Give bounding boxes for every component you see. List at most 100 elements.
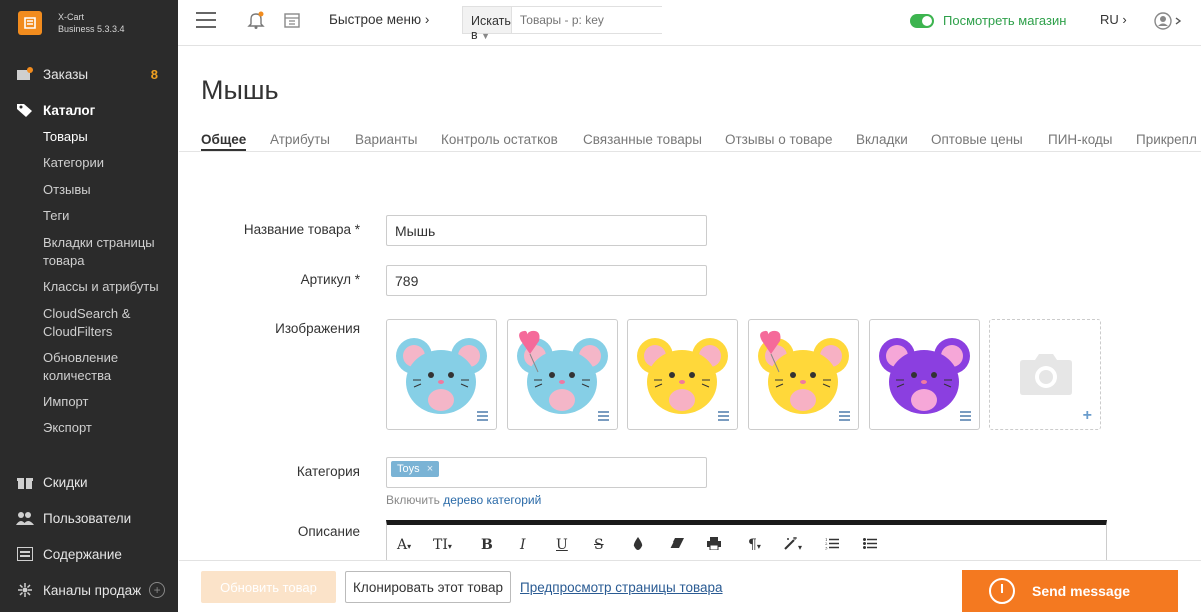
chevron-right-icon: › (1122, 12, 1127, 27)
sidebar-subitem-quantity-update[interactable]: Обновление количества (43, 349, 168, 385)
quick-menu[interactable]: Быстрое меню › (329, 12, 429, 27)
tab-inventory[interactable]: Контроль остатков (441, 132, 558, 147)
image-menu-icon[interactable] (960, 409, 971, 421)
color-drop-icon[interactable] (633, 537, 643, 554)
sidebar-item-orders[interactable]: Заказы 8 (0, 64, 178, 84)
unordered-list-icon[interactable] (863, 537, 877, 554)
tab-product-reviews[interactable]: Отзывы о товаре (725, 132, 833, 147)
sidebar-item-label: Пользователи (43, 510, 132, 526)
language-label: RU (1100, 12, 1119, 27)
channels-icon (16, 582, 34, 598)
sidebar-subitem-classes-attributes[interactable]: Классы и атрибуты (43, 278, 168, 296)
description-editor: A▾ TI▾ B I U S ¶▾ ▾ 123 (386, 520, 1107, 565)
sidebar-subitem-import[interactable]: Импорт (43, 393, 168, 411)
send-message-label: Send message (1032, 583, 1131, 599)
search-scope-label: Искать в (471, 14, 511, 42)
content-icon (16, 546, 34, 562)
sidebar-item-channels[interactable]: Каналы продаж + (0, 580, 178, 600)
orders-badge: 8 (150, 66, 158, 82)
sidebar-subitem-tags[interactable]: Теги (43, 207, 168, 225)
sku-label: Артикул * (300, 272, 360, 287)
add-channel-icon[interactable]: + (149, 582, 166, 598)
tab-pin-codes[interactable]: ПИН-коды (1048, 132, 1113, 147)
sidebar-subitem-reviews[interactable]: Отзывы (43, 181, 168, 199)
image-menu-icon[interactable] (718, 409, 729, 421)
gift-icon (16, 474, 34, 490)
italic-icon[interactable]: I (520, 537, 526, 553)
underline-icon[interactable]: U (556, 537, 568, 553)
paragraph-icon[interactable]: ¶▾ (748, 537, 761, 553)
user-menu[interactable] (1154, 11, 1184, 34)
sidebar-item-label: Заказы (43, 66, 89, 82)
language-selector[interactable]: RU › (1100, 12, 1127, 27)
toggle-switch-icon (910, 13, 934, 28)
add-image-dropzone[interactable]: + (989, 319, 1101, 430)
calendar-icon[interactable] (282, 10, 302, 33)
sidebar-item-content[interactable]: Содержание (0, 544, 178, 564)
image-menu-icon[interactable] (477, 409, 488, 421)
users-icon (16, 510, 34, 526)
view-store-toggle[interactable]: Посмотреть магазин (910, 13, 1066, 28)
category-tree-hint: Включить дерево категорий (386, 493, 541, 507)
camera-icon (1020, 354, 1072, 395)
bell-icon[interactable] (246, 10, 266, 33)
menu-toggle-icon[interactable] (196, 12, 216, 28)
image-menu-icon[interactable] (598, 409, 609, 421)
category-tag-label: Toys (397, 463, 420, 475)
print-icon[interactable] (707, 537, 721, 554)
product-image-thumbnail[interactable] (869, 319, 980, 430)
image-menu-icon[interactable] (839, 409, 850, 421)
tab-related[interactable]: Связанные товары (583, 132, 702, 147)
magic-wand-icon[interactable]: ▾ (784, 537, 802, 554)
tab-attachments[interactable]: Прикрепл (1136, 132, 1197, 147)
ordered-list-icon[interactable]: 123 (825, 537, 839, 554)
sidebar-subitem-product-tabs[interactable]: Вкладки страницы товара (43, 234, 168, 270)
category-tag[interactable]: Toys × (391, 461, 440, 477)
text-style-icon[interactable]: TI▾ (433, 537, 452, 553)
sidebar: X-Cart Business 5.3.3.4 Заказы 8 Каталог… (0, 0, 178, 612)
tag-icon (16, 102, 34, 118)
logo[interactable]: X-Cart Business 5.3.3.4 (0, 0, 178, 46)
sidebar-item-users[interactable]: Пользователи (0, 508, 178, 528)
sidebar-subitem-cloudsearch[interactable]: CloudSearch & CloudFilters (43, 305, 168, 341)
category-tree-link[interactable]: дерево категорий (443, 493, 541, 507)
sidebar-item-catalog[interactable]: Каталог (0, 100, 178, 120)
chevron-right-icon: › (424, 12, 430, 27)
sidebar-item-label: Каталог (43, 102, 96, 118)
preview-product-link[interactable]: Предпросмотр страницы товара (520, 580, 723, 595)
sidebar-subitem-export[interactable]: Экспорт (43, 419, 168, 437)
strikethrough-icon[interactable]: S (594, 537, 604, 553)
sidebar-item-label: Каналы продаж (43, 582, 142, 598)
description-label: Описание (297, 524, 360, 539)
product-image-thumbnail[interactable] (386, 319, 497, 430)
search-scope-select[interactable]: Искать в ▼ (463, 7, 512, 42)
tab-tabs[interactable]: Вкладки (856, 132, 908, 147)
tab-general[interactable]: Общее (201, 132, 247, 151)
top-bar: Быстрое меню › Искать в ▼ Посмотреть маг… (178, 0, 1201, 46)
eraser-icon[interactable] (669, 537, 685, 553)
chat-icon (989, 578, 1015, 604)
sku-input[interactable]: 789 (386, 265, 707, 296)
sidebar-item-label: Содержание (43, 546, 122, 562)
clone-product-button[interactable]: Клонировать этот товар (345, 571, 511, 603)
svg-text:3: 3 (825, 546, 828, 551)
plus-icon: + (1082, 407, 1092, 424)
search-input[interactable] (511, 7, 675, 33)
sidebar-subitem-categories[interactable]: Категории (43, 154, 168, 172)
remove-tag-icon[interactable]: × (427, 463, 433, 475)
caret-down-icon: ▼ (481, 31, 491, 41)
product-image-thumbnail[interactable] (748, 319, 859, 430)
product-name-label: Название товара * (243, 222, 360, 237)
product-name-input[interactable]: Мышь (386, 215, 707, 246)
tab-attributes[interactable]: Атрибуты (270, 132, 330, 147)
font-size-icon[interactable]: A▾ (397, 537, 411, 553)
tab-variants[interactable]: Варианты (355, 132, 417, 147)
tab-wholesale[interactable]: Оптовые цены (931, 132, 1023, 147)
sidebar-item-discounts[interactable]: Скидки (0, 472, 178, 492)
send-message-button[interactable]: Send message (962, 570, 1178, 612)
bold-icon[interactable]: B (481, 537, 493, 553)
sidebar-subitem-products[interactable]: Товары (43, 128, 168, 146)
product-image-thumbnail[interactable] (627, 319, 738, 430)
product-image-thumbnail[interactable] (507, 319, 618, 430)
update-product-button[interactable]: Обновить товар (201, 571, 336, 603)
